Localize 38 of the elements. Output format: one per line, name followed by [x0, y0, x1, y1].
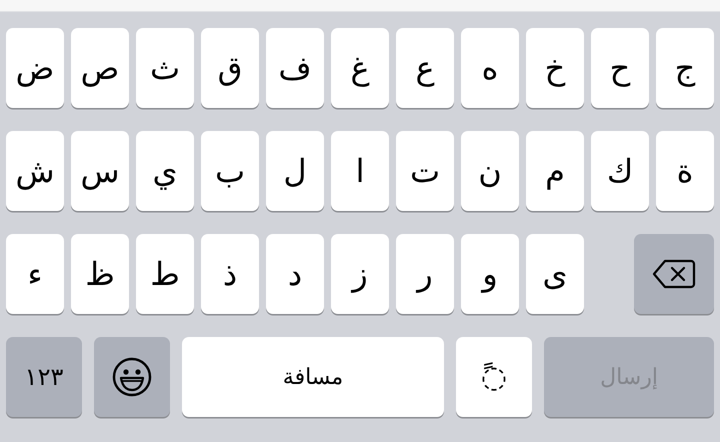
- letter-key[interactable]: س: [71, 131, 129, 211]
- letter-key[interactable]: د: [266, 234, 324, 314]
- backspace-key[interactable]: [634, 234, 714, 314]
- space-key[interactable]: مسافة: [182, 337, 444, 417]
- letter-key[interactable]: ك: [591, 131, 649, 211]
- letter-key[interactable]: ظ: [71, 234, 129, 314]
- letter-key[interactable]: ط: [136, 234, 194, 314]
- letter-key[interactable]: ث: [136, 28, 194, 108]
- letter-key[interactable]: ذ: [201, 234, 259, 314]
- letter-key[interactable]: ب: [201, 131, 259, 211]
- letter-key[interactable]: خ: [526, 28, 584, 108]
- letter-key[interactable]: ل: [266, 131, 324, 211]
- smiley-icon: [112, 357, 152, 397]
- backspace-icon: [652, 259, 696, 289]
- letter-key[interactable]: ش: [6, 131, 64, 211]
- emoji-key[interactable]: [94, 337, 170, 417]
- letter-key[interactable]: غ: [331, 28, 389, 108]
- letter-key[interactable]: ر: [396, 234, 454, 314]
- diacritic-key[interactable]: ◌ً: [456, 337, 532, 417]
- letter-key[interactable]: ة: [656, 131, 714, 211]
- letter-key[interactable]: ت: [396, 131, 454, 211]
- letter-key[interactable]: ز: [331, 234, 389, 314]
- letter-key[interactable]: ي: [136, 131, 194, 211]
- letter-key[interactable]: ا: [331, 131, 389, 211]
- letter-key[interactable]: ى: [526, 234, 584, 314]
- letter-key[interactable]: ق: [201, 28, 259, 108]
- letter-key[interactable]: ض: [6, 28, 64, 108]
- letter-key[interactable]: م: [526, 131, 584, 211]
- letter-key[interactable]: ن: [461, 131, 519, 211]
- letter-key[interactable]: ء: [6, 234, 64, 314]
- letter-key[interactable]: و: [461, 234, 519, 314]
- letter-key[interactable]: ع: [396, 28, 454, 108]
- letter-key[interactable]: ص: [71, 28, 129, 108]
- letter-key[interactable]: ج: [656, 28, 714, 108]
- numbers-key[interactable]: ١٢٣: [6, 337, 82, 417]
- letter-key[interactable]: ف: [266, 28, 324, 108]
- letter-key[interactable]: ه: [461, 28, 519, 108]
- letter-key[interactable]: ح: [591, 28, 649, 108]
